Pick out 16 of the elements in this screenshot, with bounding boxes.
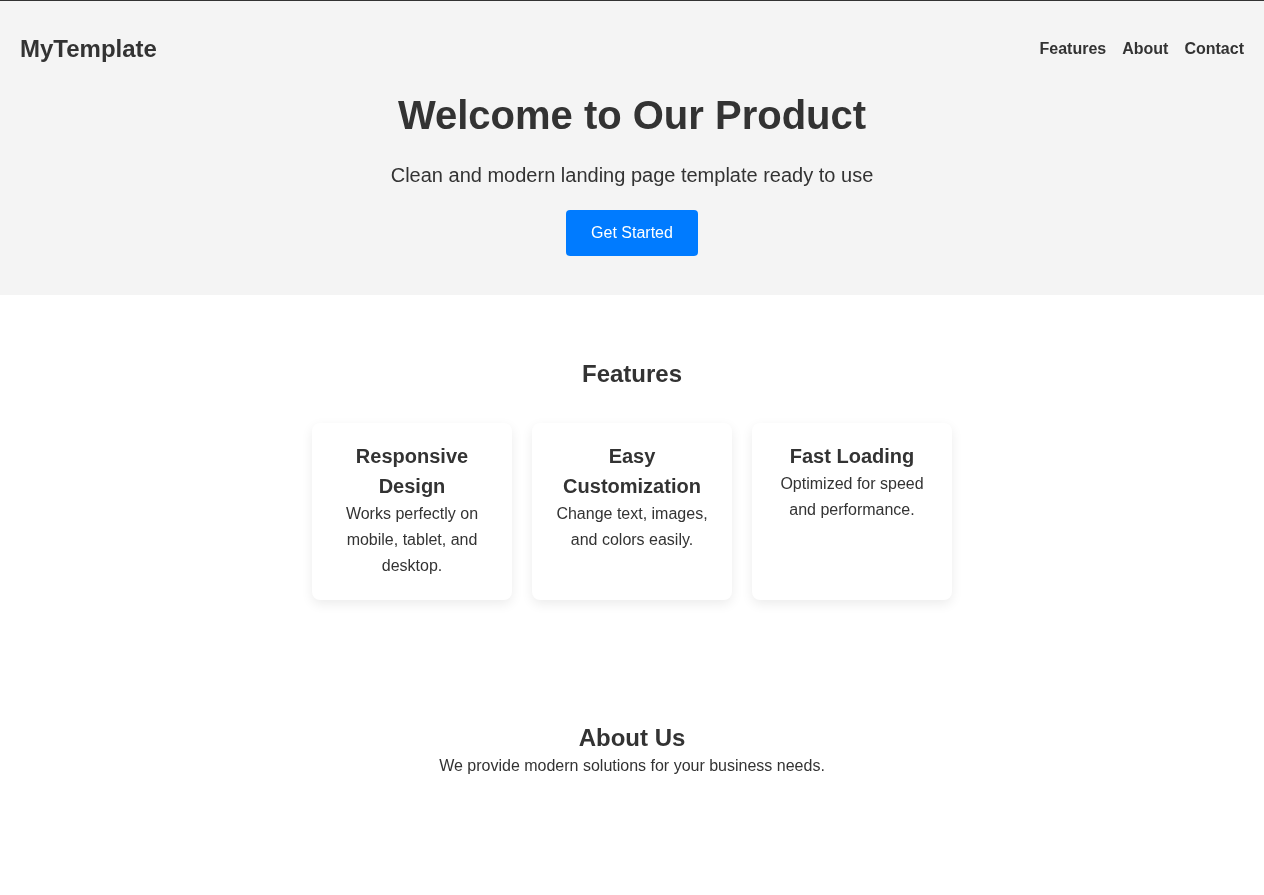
card-title: Fast Loading (788, 444, 916, 469)
card-text: Change text, images, and colors easily. (555, 504, 709, 550)
logo: MyTemplate (20, 34, 157, 64)
nav-link[interactable]: About (1122, 37, 1169, 61)
hero-title: Welcome to Our Product (397, 92, 867, 139)
nav-link[interactable]: Features (1039, 37, 1107, 61)
nav-link[interactable]: Contact (1184, 37, 1244, 61)
card-title: Responsive Design (354, 444, 470, 499)
card-text: Works perfectly on mobile, tablet, and desktop. (344, 504, 480, 576)
about-text: We provide modern solutions for your business needs. (439, 756, 825, 776)
section-heading: Features (581, 359, 682, 389)
hero-subtitle: Clean and modern landing page template ready to use (390, 163, 874, 188)
card-title: Easy Customization (562, 444, 702, 499)
section-heading: About Us (578, 723, 686, 753)
get-started-button[interactable]: Get Started (566, 210, 698, 256)
card-text: Optimized for speed and performance. (779, 474, 925, 520)
